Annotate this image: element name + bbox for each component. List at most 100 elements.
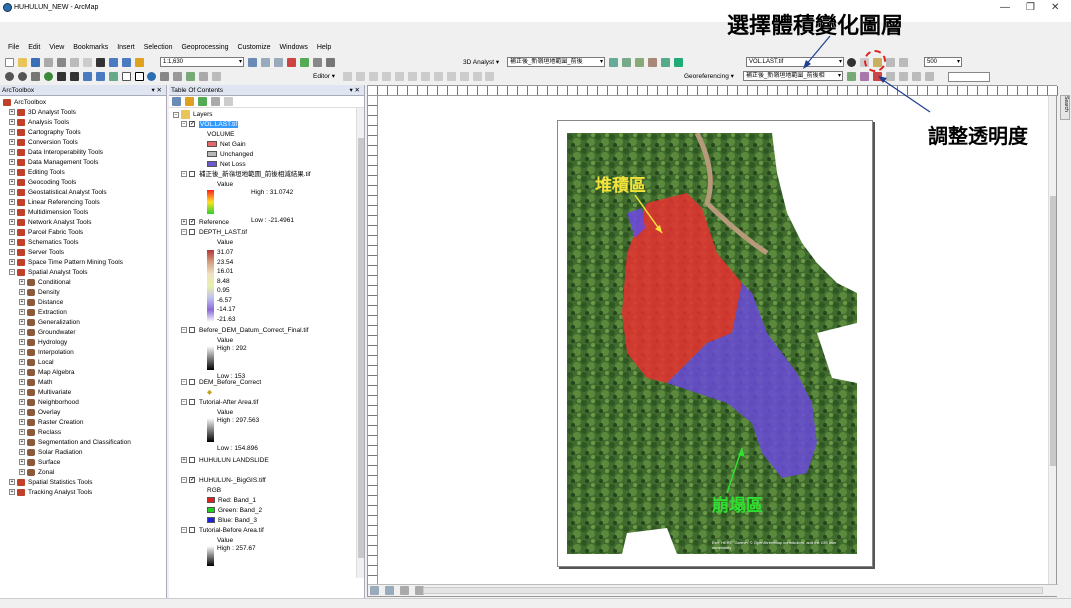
pan-icon[interactable]	[30, 72, 40, 81]
expand-icon[interactable]: +	[19, 279, 25, 286]
interpolate-line-icon[interactable]	[609, 58, 618, 67]
select-elements-icon[interactable]	[134, 72, 144, 81]
biggis-checkbox[interactable]: ✓	[189, 477, 195, 484]
back-extent-icon[interactable]	[82, 72, 92, 81]
toolset-surface[interactable]: + Surface	[3, 458, 166, 468]
georef-layer-combo[interactable]: 補正後_新嶺垣地範圍_前後相	[743, 71, 843, 81]
collapse-icon[interactable]: −	[181, 477, 187, 484]
landslide-checkbox[interactable]	[189, 457, 195, 464]
search-side-tab[interactable]: Search	[1060, 95, 1070, 120]
arctoolbox-icon[interactable]	[286, 58, 296, 67]
expand-icon[interactable]: +	[19, 449, 25, 456]
expand-icon[interactable]: +	[9, 219, 15, 226]
catalog-window-icon[interactable]	[273, 58, 283, 67]
tut-after-checkbox[interactable]	[189, 399, 195, 406]
toolset-local[interactable]: + Local	[3, 358, 166, 368]
list-by-visibility-icon[interactable]	[197, 97, 207, 106]
map-view[interactable]: 堆積區 崩塌區 Esri, HERE, Garmin, © OpenStreet…	[367, 85, 1058, 597]
contrast-icon[interactable]	[847, 58, 856, 67]
diff-layer-checkbox[interactable]	[189, 171, 195, 178]
link-table-icon[interactable]	[885, 72, 895, 81]
shift-icon[interactable]	[859, 72, 869, 81]
toolbox-conversion-tools[interactable]: + Conversion Tools	[3, 138, 166, 148]
undo-icon[interactable]	[108, 58, 118, 67]
toolset-map-algebra[interactable]: + Map Algebra	[3, 368, 166, 378]
toc-scrollbar[interactable]	[356, 108, 364, 578]
toolbox-data-interoperability-tools[interactable]: + Data Interoperability Tools	[3, 148, 166, 158]
modelbuilder-icon[interactable]	[312, 58, 322, 67]
full-extent-icon[interactable]	[43, 72, 53, 81]
create-features-icon[interactable]	[485, 72, 495, 81]
map-scrollbar-h[interactable]	[423, 587, 1043, 594]
expand-icon[interactable]: +	[19, 329, 25, 336]
menu-help[interactable]: Help	[317, 44, 331, 51]
vol-layer-checkbox[interactable]: ✓	[189, 121, 195, 128]
expand-icon[interactable]: +	[19, 319, 25, 326]
menu-view[interactable]: View	[49, 44, 64, 51]
menu-insert[interactable]: Insert	[117, 44, 135, 51]
expand-icon[interactable]: +	[19, 349, 25, 356]
redo-icon[interactable]	[121, 58, 131, 67]
dem-before-checkbox[interactable]	[189, 379, 195, 386]
expand-icon[interactable]: +	[9, 169, 15, 176]
expand-icon[interactable]: +	[9, 249, 15, 256]
toc-layer-vol[interactable]: − ✓ VOL.LAST.tif	[173, 120, 364, 130]
list-by-drawing-order-icon[interactable]	[172, 97, 181, 106]
expand-icon[interactable]: +	[9, 479, 15, 486]
tut-before-checkbox[interactable]	[189, 527, 195, 534]
select-by-rect-icon[interactable]	[108, 72, 118, 81]
menu-customize[interactable]: Customize	[237, 44, 270, 51]
expand-icon[interactable]: +	[9, 199, 15, 206]
depth-layer-checkbox[interactable]	[189, 229, 195, 236]
zoom-in-icon[interactable]	[5, 72, 14, 81]
fixed-zoom-out-icon[interactable]	[69, 72, 79, 81]
expand-icon[interactable]: +	[19, 409, 25, 416]
expand-icon[interactable]: +	[9, 489, 15, 496]
toc-options-icon[interactable]	[223, 97, 233, 106]
paste-icon[interactable]	[82, 58, 92, 67]
data-view-icon[interactable]	[370, 586, 379, 595]
expand-icon[interactable]: +	[9, 229, 15, 236]
toolset-distance[interactable]: + Distance	[3, 298, 166, 308]
expand-icon[interactable]: +	[9, 139, 15, 146]
expand-icon[interactable]: +	[181, 219, 187, 226]
open-folder-icon[interactable]	[17, 58, 27, 67]
collapse-icon[interactable]: −	[181, 171, 187, 178]
3d-analyst-layer-combo[interactable]: 補正後_新嶺垣地範圍_前後	[507, 57, 605, 67]
menu-edit[interactable]: Edit	[28, 44, 40, 51]
toolbox-geocoding-tools[interactable]: + Geocoding Tools	[3, 178, 166, 188]
toolbox-spatial-analyst-tools[interactable]: − Spatial Analyst Tools	[3, 268, 166, 278]
toolbox-cartography-tools[interactable]: + Cartography Tools	[3, 128, 166, 138]
cut-icon[interactable]	[56, 58, 66, 67]
expand-icon[interactable]: +	[9, 109, 15, 116]
expand-icon[interactable]: +	[19, 469, 25, 476]
profile-graph-icon[interactable]	[647, 58, 657, 67]
georef-extra-input[interactable]	[948, 72, 990, 82]
collapse-icon[interactable]: −	[181, 527, 187, 534]
toolbox-editing-tools[interactable]: + Editing Tools	[3, 168, 166, 178]
toolset-extraction[interactable]: + Extraction	[3, 308, 166, 318]
toc-biggis[interactable]: − ✓ HUHULUN-_BigGIS.tiff	[173, 476, 364, 486]
hyperlink-icon[interactable]	[199, 72, 209, 81]
expand-icon[interactable]: +	[19, 459, 25, 466]
expand-icon[interactable]: +	[9, 159, 15, 166]
edit-vertices-icon[interactable]	[394, 72, 404, 81]
editor-menu[interactable]: Editor ▾	[313, 70, 335, 83]
arctoolbox-root[interactable]: ArcToolbox	[3, 98, 166, 108]
clear-selection-icon[interactable]	[121, 72, 131, 81]
rotate-icon[interactable]	[446, 72, 456, 81]
collapse-icon[interactable]: −	[181, 327, 187, 334]
expand-icon[interactable]: +	[19, 439, 25, 446]
toolbox-multidimension-tools[interactable]: + Multidimension Tools	[3, 208, 166, 218]
list-by-selection-icon[interactable]	[210, 97, 220, 106]
trace-icon[interactable]	[381, 72, 391, 81]
toolset-reclass[interactable]: + Reclass	[3, 428, 166, 438]
end-point-arc-icon[interactable]	[368, 72, 378, 81]
reshape-icon[interactable]	[407, 72, 417, 81]
split-icon[interactable]	[433, 72, 443, 81]
cut-polygons-icon[interactable]	[420, 72, 430, 81]
expand-icon[interactable]: +	[9, 259, 15, 266]
toolbox-geostatistical-analyst-tools[interactable]: + Geostatistical Analyst Tools	[3, 188, 166, 198]
layout-view-icon[interactable]	[384, 586, 394, 595]
search-window-icon[interactable]	[325, 58, 335, 67]
